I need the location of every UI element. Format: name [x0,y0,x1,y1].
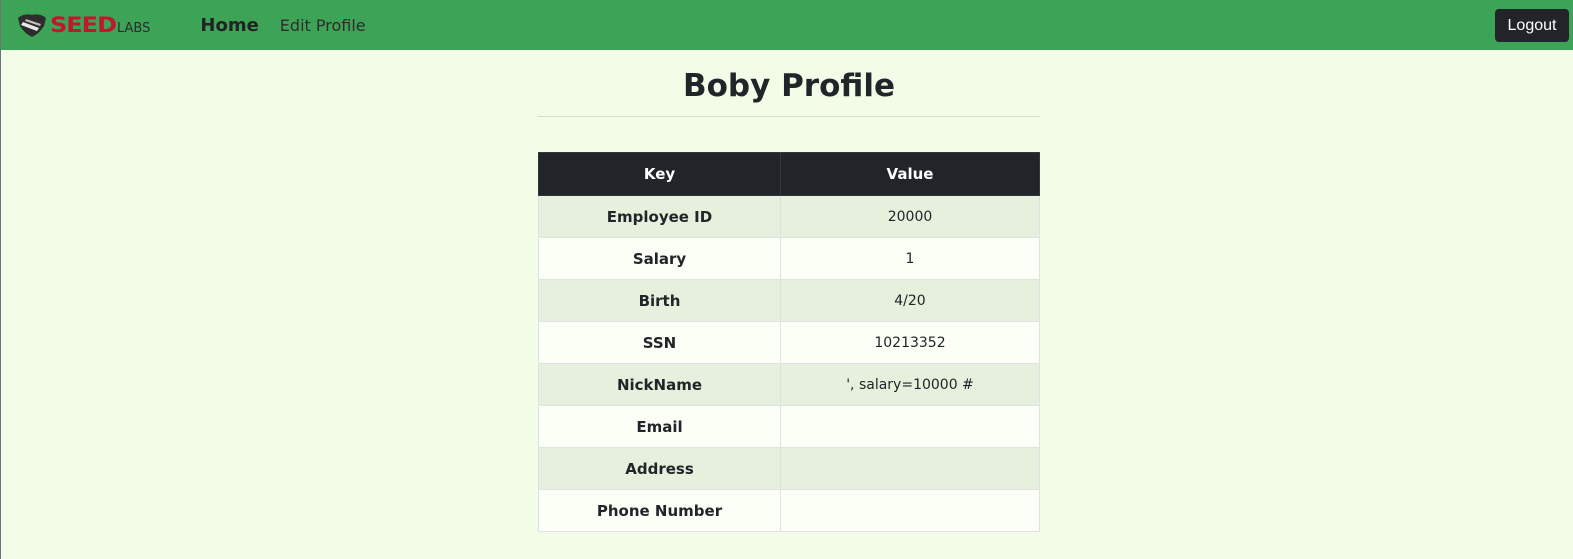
row-key: Birth [538,279,781,322]
row-value [780,447,1040,490]
title-divider [538,116,1040,117]
top-navbar: SEED LABS Home Edit Profile Logout [1,0,1573,50]
row-key: Address [538,447,781,490]
row-value: 20000 [780,195,1040,238]
brand-labs-text: LABS [117,20,151,36]
table-row: Birth 4/20 [538,279,1040,322]
row-value: ', salary=10000 # [780,363,1040,406]
table-row: Employee ID 20000 [538,195,1040,238]
seedlabs-shield-icon [18,14,46,37]
row-value [780,405,1040,448]
row-key: Phone Number [538,489,781,532]
column-header-value: Value [780,152,1040,196]
table-row: SSN 10213352 [538,321,1040,364]
table-header-row: Key Value [538,152,1040,196]
table-row: Salary 1 [538,237,1040,280]
row-value: 4/20 [780,279,1040,322]
page-title: Boby Profile [682,68,896,104]
nav-edit-profile-link[interactable]: Edit Profile [280,16,366,35]
row-value [780,489,1040,532]
seedlabs-logo[interactable]: SEED LABS [15,0,150,50]
row-value: 1 [780,237,1040,280]
logout-button[interactable]: Logout [1495,9,1569,42]
nav-home-link[interactable]: Home [200,15,258,36]
table-row: Phone Number [538,489,1040,532]
row-key: SSN [538,321,781,364]
table-row: Email [538,405,1040,448]
row-key: Employee ID [538,195,781,238]
row-key: Salary [538,237,781,280]
profile-table: Key Value Employee ID 20000 Salary 1 Bir… [538,152,1040,532]
table-row: NickName ', salary=10000 # [538,363,1040,406]
brand-seed-text: SEED [50,12,117,38]
row-value: 10213352 [780,321,1040,364]
row-key: NickName [538,363,781,406]
table-row: Address [538,447,1040,490]
profile-container: Boby Profile Key Value Employee ID 20000… [538,50,1040,532]
row-key: Email [538,405,781,448]
column-header-key: Key [538,152,781,196]
